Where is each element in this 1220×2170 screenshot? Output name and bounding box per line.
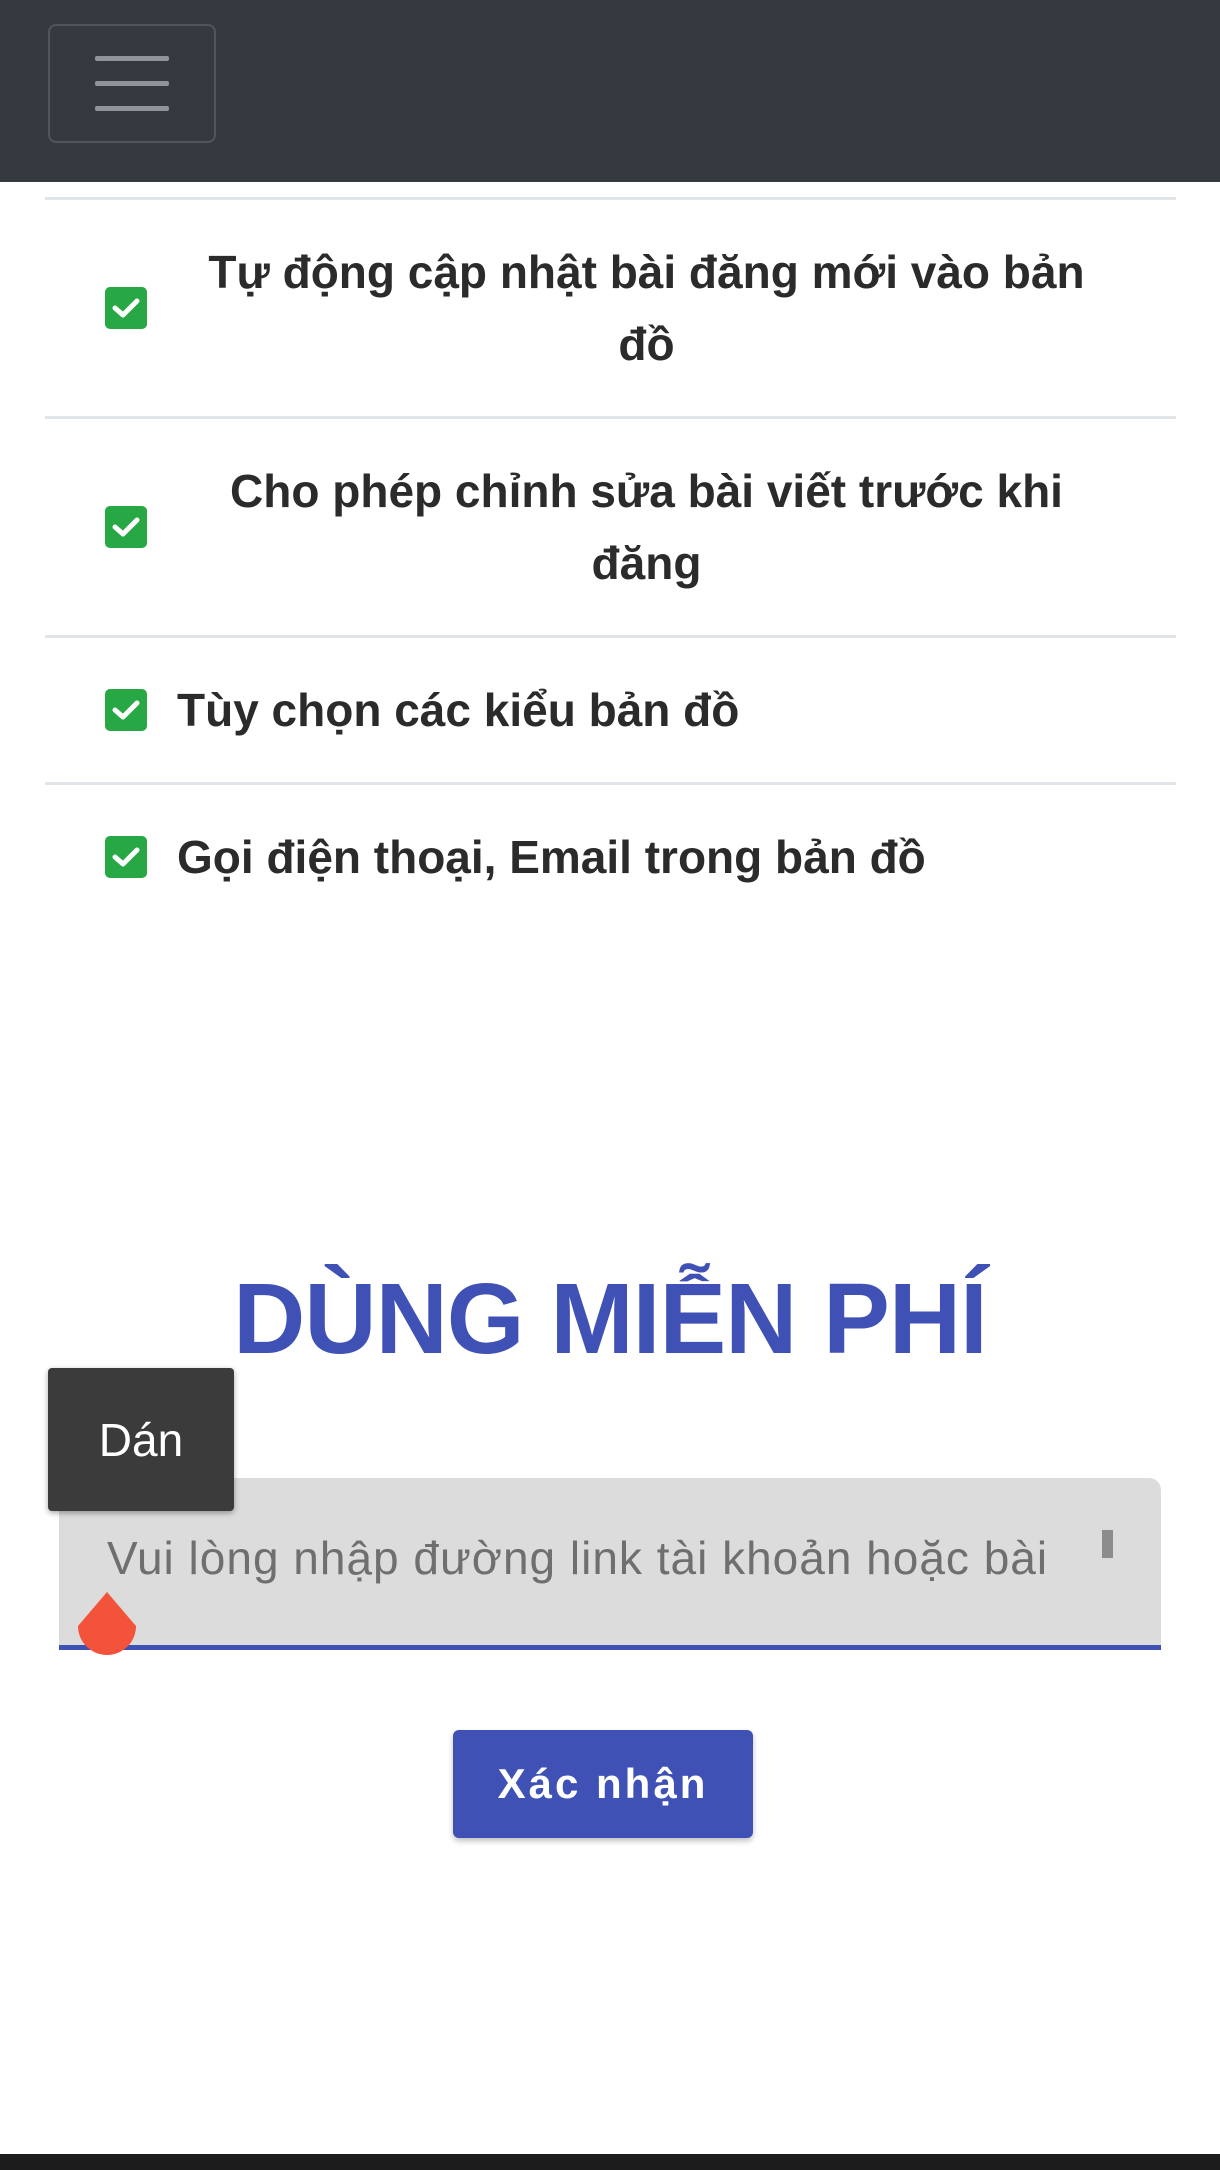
feature-label: Tự động cập nhật bài đăng mới vào bản đồ	[208, 246, 1085, 370]
confirm-button[interactable]: Xác nhận	[453, 1730, 753, 1838]
check-square-icon	[105, 287, 147, 329]
check-square-icon	[105, 836, 147, 878]
hamburger-menu-button[interactable]	[48, 24, 216, 143]
feature-list: Tự động cập nhật bài đăng mới vào bản đồ…	[45, 197, 1176, 929]
list-item: Tự động cập nhật bài đăng mới vào bản đồ	[45, 197, 1176, 416]
input-scroll-indicator	[1102, 1530, 1113, 1558]
paste-menu-item[interactable]: Dán	[48, 1368, 234, 1511]
list-item: Cho phép chỉnh sửa bài viết trước khi đă…	[45, 416, 1176, 635]
check-square-icon	[105, 506, 147, 548]
link-input[interactable]	[107, 1518, 1137, 1598]
free-section-title: DÙNG MIỄN PHÍ	[233, 1263, 988, 1375]
text-cursor-handle-icon[interactable]	[76, 1590, 138, 1666]
list-item: Tùy chọn các kiểu bản đồ	[45, 635, 1176, 782]
top-navbar	[0, 0, 1220, 182]
hamburger-menu-icon	[95, 106, 169, 111]
check-square-icon	[105, 689, 147, 731]
hamburger-menu-icon	[95, 56, 169, 61]
bottom-edge-bar	[0, 2154, 1220, 2170]
feature-label: Gọi điện thoại, Email trong bản đồ	[177, 831, 926, 883]
page: Tự động cập nhật bài đăng mới vào bản đồ…	[0, 0, 1220, 2170]
list-item: Gọi điện thoại, Email trong bản đồ	[45, 782, 1176, 929]
feature-label: Tùy chọn các kiểu bản đồ	[177, 684, 740, 736]
feature-label: Cho phép chỉnh sửa bài viết trước khi đă…	[230, 465, 1063, 589]
hamburger-menu-icon	[95, 81, 169, 86]
